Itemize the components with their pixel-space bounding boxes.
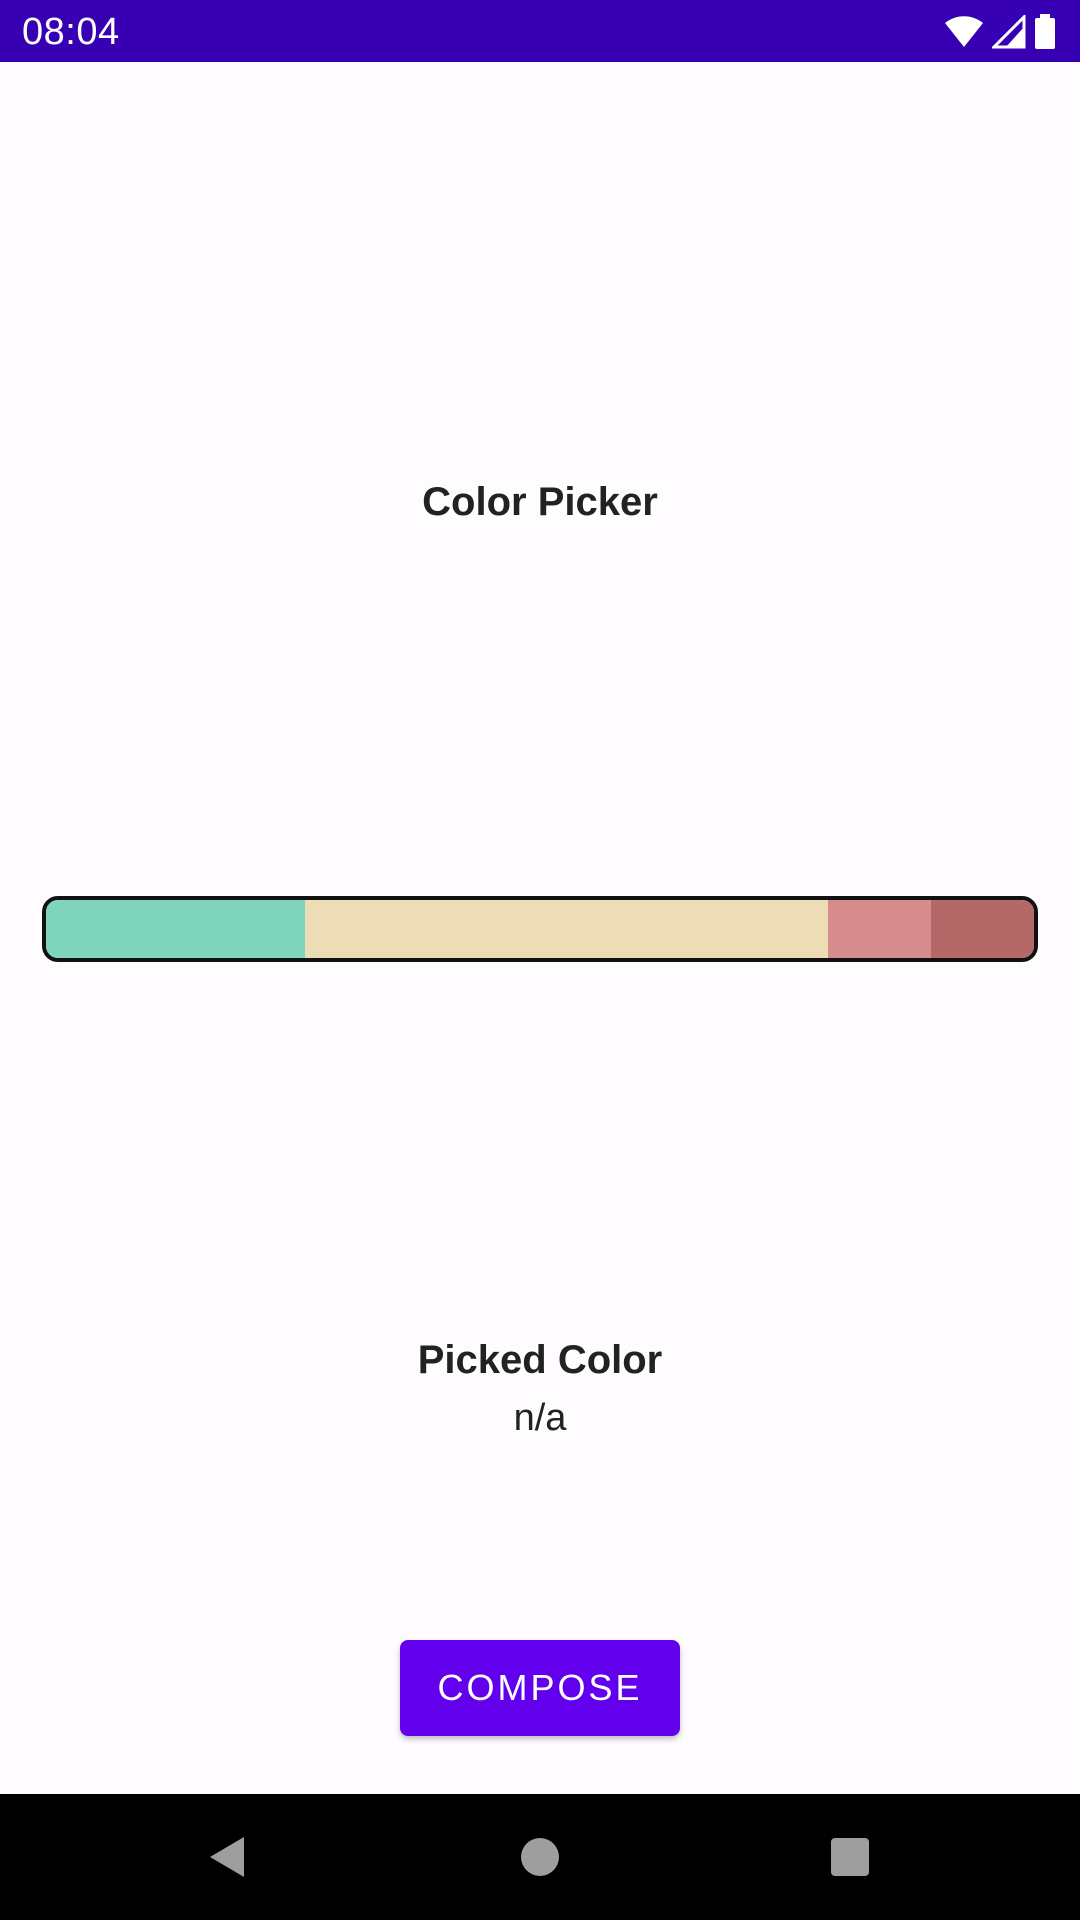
cellular-signal-icon bbox=[992, 15, 1026, 49]
back-icon[interactable] bbox=[196, 1827, 256, 1887]
picked-color-label: Picked Color bbox=[417, 1338, 663, 1382]
wifi-icon bbox=[944, 15, 984, 49]
status-time: 08:04 bbox=[22, 11, 120, 53]
color-swatch[interactable] bbox=[304, 900, 829, 958]
navigation-bar bbox=[0, 1794, 1080, 1920]
color-swatch[interactable] bbox=[46, 900, 305, 958]
color-swatch[interactable] bbox=[931, 900, 1034, 958]
page-title: Color Picker bbox=[422, 480, 658, 524]
color-picker-bar[interactable] bbox=[42, 896, 1038, 962]
status-icons bbox=[944, 12, 1056, 52]
compose-button[interactable]: COMPOSE bbox=[400, 1640, 680, 1736]
status-bar: 08:04 bbox=[0, 0, 1080, 62]
picked-color-value: n/a bbox=[513, 1397, 567, 1439]
home-icon[interactable] bbox=[510, 1827, 570, 1887]
recents-icon[interactable] bbox=[820, 1827, 880, 1887]
color-swatch[interactable] bbox=[828, 900, 932, 958]
battery-icon bbox=[1034, 14, 1056, 50]
